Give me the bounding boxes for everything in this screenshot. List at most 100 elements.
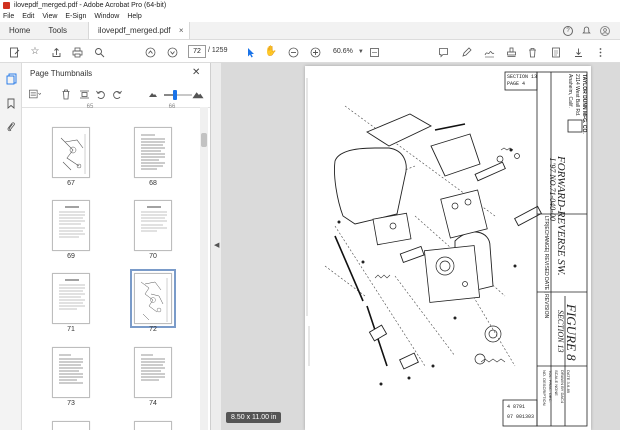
more-icon[interactable] [594, 46, 606, 58]
thumbnail-page-68[interactable] [134, 127, 172, 178]
download-icon[interactable] [572, 46, 584, 58]
menu-edit[interactable]: Edit [22, 13, 34, 20]
help-icon[interactable]: ? [563, 25, 573, 36]
thumbnail-page-71[interactable] [52, 273, 90, 324]
signature-icon[interactable] [483, 46, 495, 58]
thumbnail-page-72[interactable] [130, 269, 176, 328]
title-block-line: NO. DESCRIPTION [542, 370, 547, 406]
menu-help[interactable]: Help [127, 13, 141, 20]
thumbnail-page-74[interactable] [134, 347, 172, 398]
company-address: 2114 West Ball Rd. [574, 74, 580, 117]
section-box-line: PAGE 4 [507, 81, 526, 87]
document-settings-icon[interactable] [550, 46, 562, 58]
page-number-input[interactable]: 72 [188, 45, 206, 58]
page-total: / 1259 [208, 47, 228, 54]
small-mountain-icon[interactable] [147, 88, 159, 100]
extract-page-icon[interactable] [78, 88, 90, 100]
large-mountain-icon[interactable] [192, 88, 204, 100]
tab-bar: Home Tools ilovepdf_merged.pdf × ? [0, 22, 620, 40]
delete-icon[interactable] [526, 46, 538, 58]
menu-e-sign[interactable]: E-Sign [65, 13, 86, 20]
title-bar: ilovepdf_merged.pdf - Adobe Acrobat Pro … [0, 0, 620, 10]
close-icon[interactable]: ✕ [192, 67, 200, 78]
rotate-clockwise-icon[interactable] [111, 88, 123, 100]
bottom-code: 4 8791 [507, 404, 526, 410]
document-view[interactable]: SECTION 13 PAGE 4 TAYLOR DUNN MFG. CO. 2… [221, 63, 620, 430]
thumbnail-label: 67 [67, 180, 75, 187]
menu-window[interactable]: Window [94, 13, 119, 20]
figure-section: SECTION 13 [556, 310, 565, 353]
thumbnail-options-icon[interactable] [29, 88, 41, 100]
pdf-page: SECTION 13 PAGE 4 TAYLOR DUNN MFG. CO. 2… [305, 66, 591, 430]
zoom-out-icon[interactable] [287, 46, 299, 58]
thumbnail-label: 71 [67, 326, 75, 333]
upload-icon[interactable] [50, 46, 62, 58]
figure-label: FIGURE 8 [564, 304, 579, 361]
thumbnail-page-73[interactable] [52, 347, 90, 398]
select-cursor-icon[interactable] [244, 46, 256, 58]
page-thumbnails-icon[interactable] [5, 73, 17, 85]
menu-file[interactable]: File [3, 13, 14, 20]
bell-icon[interactable] [582, 26, 591, 35]
tab-document[interactable]: ilovepdf_merged.pdf × [88, 22, 190, 39]
title-block-line: DRAWN BY DAC4 [560, 370, 565, 404]
next-page-icon[interactable] [166, 46, 178, 58]
window-title: ilovepdf_merged.pdf - Adobe Acrobat Pro … [14, 1, 167, 9]
bottom-code: 07 001303 [507, 414, 535, 420]
highlight-pen-icon[interactable] [460, 46, 472, 58]
thumbnail-scrollbar-thumb[interactable] [201, 133, 207, 147]
stamp-icon[interactable] [505, 46, 517, 58]
thumbnail-scrollbar[interactable] [200, 107, 208, 430]
thumbnail-list[interactable] [22, 107, 210, 430]
print-icon[interactable] [71, 46, 83, 58]
page-size-badge: 8.50 x 11.00 in [226, 412, 282, 423]
hand-tool-icon[interactable]: ✋ [265, 46, 277, 58]
title-block-line: DATE 3-6-89 [566, 370, 571, 394]
page-thumbnails-panel: Page Thumbnails ✕ 65 66 67 68 69 70 71 7… [22, 63, 211, 430]
thumbnail-label: 70 [149, 253, 157, 260]
thumbnail-page-75[interactable] [52, 421, 90, 430]
previous-page-icon[interactable] [144, 46, 156, 58]
close-icon[interactable]: × [179, 26, 184, 35]
attachment-icon[interactable] [5, 120, 17, 132]
delete-page-icon[interactable] [60, 88, 72, 100]
chevron-down-icon: ▼ [357, 48, 364, 55]
zoom-in-icon[interactable] [309, 46, 321, 58]
acrobat-app-icon [3, 1, 10, 9]
company-city: Anaheim, Calif. [567, 74, 573, 108]
tab-home[interactable]: Home [0, 22, 39, 39]
bookmark-star-icon[interactable]: ☆ [29, 46, 41, 58]
thumbnail-page-70[interactable] [134, 200, 172, 251]
thumbnail-label: 65 [86, 104, 94, 110]
comment-icon[interactable] [437, 46, 449, 58]
thumbnail-label: 73 [67, 400, 75, 407]
company-name: TAYLOR DUNN MFG. CO. [581, 74, 587, 134]
thumbnail-size-slider-handle[interactable] [173, 90, 177, 100]
thumbnail-page-69[interactable] [52, 200, 90, 251]
account-icon[interactable] [600, 25, 610, 36]
bookmark-icon[interactable] [5, 97, 17, 109]
drawing-number: I '97 NO.71-040-00 [548, 158, 557, 221]
thumbnail-label: 68 [149, 180, 157, 187]
create-icon[interactable] [8, 46, 20, 58]
fit-page-icon[interactable] [368, 46, 380, 58]
panel-title: Page Thumbnails [30, 69, 93, 78]
thumbnail-page-76[interactable] [134, 421, 172, 430]
thumbnail-page-67[interactable] [52, 127, 90, 178]
thumbnail-label: 66 [168, 104, 176, 110]
thumbnail-label: 74 [149, 400, 157, 407]
menu-view[interactable]: View [42, 13, 57, 20]
menu-bar: File Edit View E-Sign Window Help [0, 11, 620, 22]
thumbnail-label: 72 [149, 326, 157, 333]
tab-document-label: ilovepdf_merged.pdf [98, 26, 171, 35]
title-block-line: TOL. FRAC. DEC. [548, 370, 553, 403]
collapse-panel-arrow-icon[interactable]: ◀ [214, 241, 219, 249]
zoom-level-dropdown[interactable]: 60.6% ▼ [328, 45, 364, 58]
thumbnail-label: 69 [67, 253, 75, 260]
tab-tools[interactable]: Tools [39, 22, 76, 39]
zoom-level-value: 60.6% [333, 48, 353, 55]
search-icon[interactable] [93, 46, 105, 58]
section-box-line: SECTION 13 [507, 74, 538, 80]
left-navigation-rail [0, 63, 22, 430]
rotate-counterclockwise-icon[interactable] [94, 88, 106, 100]
